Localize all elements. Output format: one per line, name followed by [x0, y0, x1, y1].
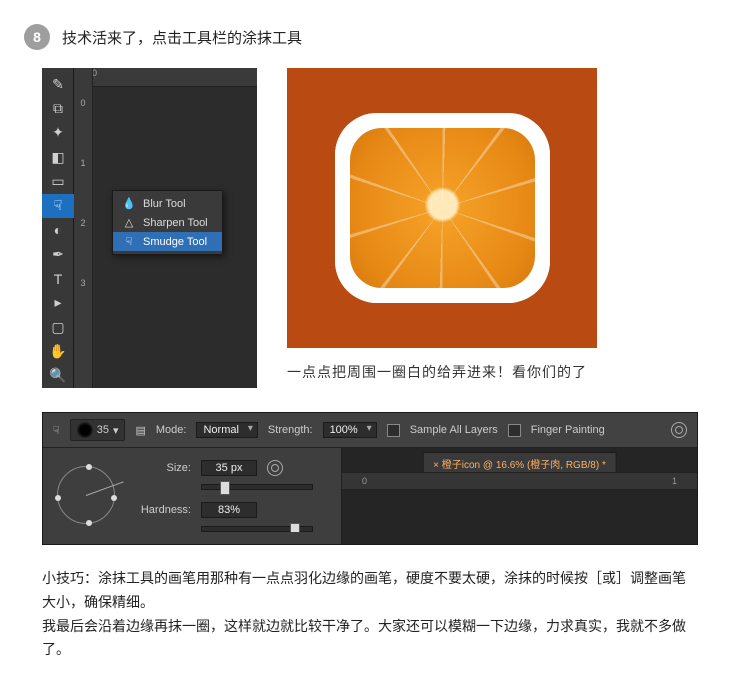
mode-dropdown[interactable]: Normal: [196, 422, 257, 438]
flyout-smudge-tool[interactable]: ☟ Smudge Tool: [113, 232, 222, 251]
ruler-mark: 1: [80, 158, 85, 168]
strength-dropdown[interactable]: 100%: [323, 422, 377, 438]
flyout-blur-tool[interactable]: 💧 Blur Tool: [113, 194, 222, 213]
size-value-input[interactable]: 35 px: [201, 460, 257, 476]
chevron-down-icon: ▾: [113, 424, 119, 437]
ruler-mark: 3: [80, 278, 85, 288]
smudge-tool-icon[interactable]: ☟: [42, 194, 74, 218]
eraser-tool-icon[interactable]: ◧: [42, 145, 74, 169]
ruler-mark: 2: [80, 218, 85, 228]
shape-tool-icon[interactable]: ▢: [42, 315, 74, 339]
size-label: Size:: [133, 462, 191, 474]
orange-preview-canvas: [287, 68, 597, 348]
ruler-mark: 1: [672, 476, 677, 486]
brush-chip-size: 35: [97, 424, 109, 436]
hardness-value-input[interactable]: 83%: [201, 502, 257, 518]
flyout-sharpen-tool[interactable]: △ Sharpen Tool: [113, 213, 222, 232]
strength-label: Strength:: [268, 424, 313, 436]
brush-popup-panel: Size: 35 px Hardness: 83%: [43, 448, 342, 544]
sample-all-layers-checkbox[interactable]: [387, 424, 400, 437]
flyout-label: Sharpen Tool: [143, 217, 208, 229]
flyout-label: Smudge Tool: [143, 236, 207, 248]
smudge-icon: ☟: [123, 235, 135, 248]
step-number-badge: 8: [24, 24, 50, 50]
type-tool-icon[interactable]: T: [42, 267, 74, 291]
clone-stamp-icon[interactable]: ⧉: [42, 96, 74, 120]
hand-tool-icon[interactable]: ✋: [42, 339, 74, 363]
sharpen-icon: △: [123, 216, 135, 229]
flyout-label: Blur Tool: [143, 198, 186, 210]
tip-line-1: 小技巧：涂抹工具的画笔用那种有一点点羽化边缘的画笔，硬度不要太硬，涂抹的时候按［…: [42, 567, 689, 615]
zoom-tool-icon[interactable]: 🔍: [42, 364, 74, 388]
smudge-options-bar: ☟ 35 ▾ ▤ Mode: Normal Strength: 100% Sam…: [42, 412, 698, 545]
step-header: 8 技术活来了，点击工具栏的涂抹工具: [24, 24, 707, 50]
tool-column: ✎ ⧉ ✦ ◧ ▭ ☟ ◐ ✒ T ▸ ▢ ✋ 🔍: [42, 68, 74, 388]
sample-all-layers-label: Sample All Layers: [410, 424, 498, 436]
tip-line-2: 我最后会沿着边缘再抹一圈，这样就边就比较干净了。大家还可以模糊一下边缘，力求真实…: [42, 615, 689, 663]
brush-preview-dot: [77, 422, 93, 438]
brush-tool-icon[interactable]: ✎: [42, 72, 74, 96]
hardness-label: Hardness:: [133, 504, 191, 516]
ps-toolbar-screenshot: ✎ ⧉ ✦ ◧ ▭ ☟ ◐ ✒ T ▸ ▢ ✋ 🔍 0 0 1 2: [42, 68, 257, 388]
ruler-mark: 0: [362, 476, 367, 486]
blur-icon: 💧: [123, 197, 135, 210]
orange-caption: 一点点把周围一圈白的给弄进来！看你们的了: [287, 362, 597, 382]
tip-text: 小技巧：涂抹工具的画笔用那种有一点点羽化边缘的画笔，硬度不要太硬，涂抹的时候按［…: [42, 567, 689, 662]
dodge-tool-icon[interactable]: ◐: [42, 218, 74, 242]
step-title: 技术活来了，点击工具栏的涂抹工具: [62, 27, 302, 48]
ruler-vertical: 0 1 2 3: [74, 68, 93, 388]
smudge-tool-chip-icon: ☟: [53, 424, 60, 437]
path-select-icon[interactable]: ▸: [42, 291, 74, 315]
brush-angle-widget[interactable]: [57, 466, 115, 524]
pen-tool-icon[interactable]: ✒: [42, 242, 74, 266]
history-brush-icon[interactable]: ✦: [42, 121, 74, 145]
finger-painting-checkbox[interactable]: [508, 424, 521, 437]
brush-panel-toggle-icon[interactable]: ▤: [135, 424, 145, 437]
tool-flyout-menu: 💧 Blur Tool △ Sharpen Tool ☟ Smudge Tool: [112, 190, 223, 255]
document-ruler: 0 1: [342, 472, 697, 490]
ruler-horizontal: 0: [74, 68, 257, 87]
orange-slice-shape: [335, 113, 550, 303]
mode-label: Mode:: [156, 424, 187, 436]
size-slider[interactable]: [201, 484, 313, 490]
finger-painting-label: Finger Painting: [531, 424, 605, 436]
gradient-tool-icon[interactable]: ▭: [42, 169, 74, 193]
pressure-icon[interactable]: [671, 422, 687, 438]
ruler-mark: 0: [80, 98, 85, 108]
size-reset-icon[interactable]: [267, 460, 283, 476]
orange-flesh: [350, 128, 535, 288]
document-area: × 橙子icon @ 16.6% (橙子肉, RGB/8) * 0 1: [342, 448, 697, 544]
hardness-slider[interactable]: [201, 526, 313, 532]
brush-preset-chip[interactable]: 35 ▾: [70, 419, 126, 441]
